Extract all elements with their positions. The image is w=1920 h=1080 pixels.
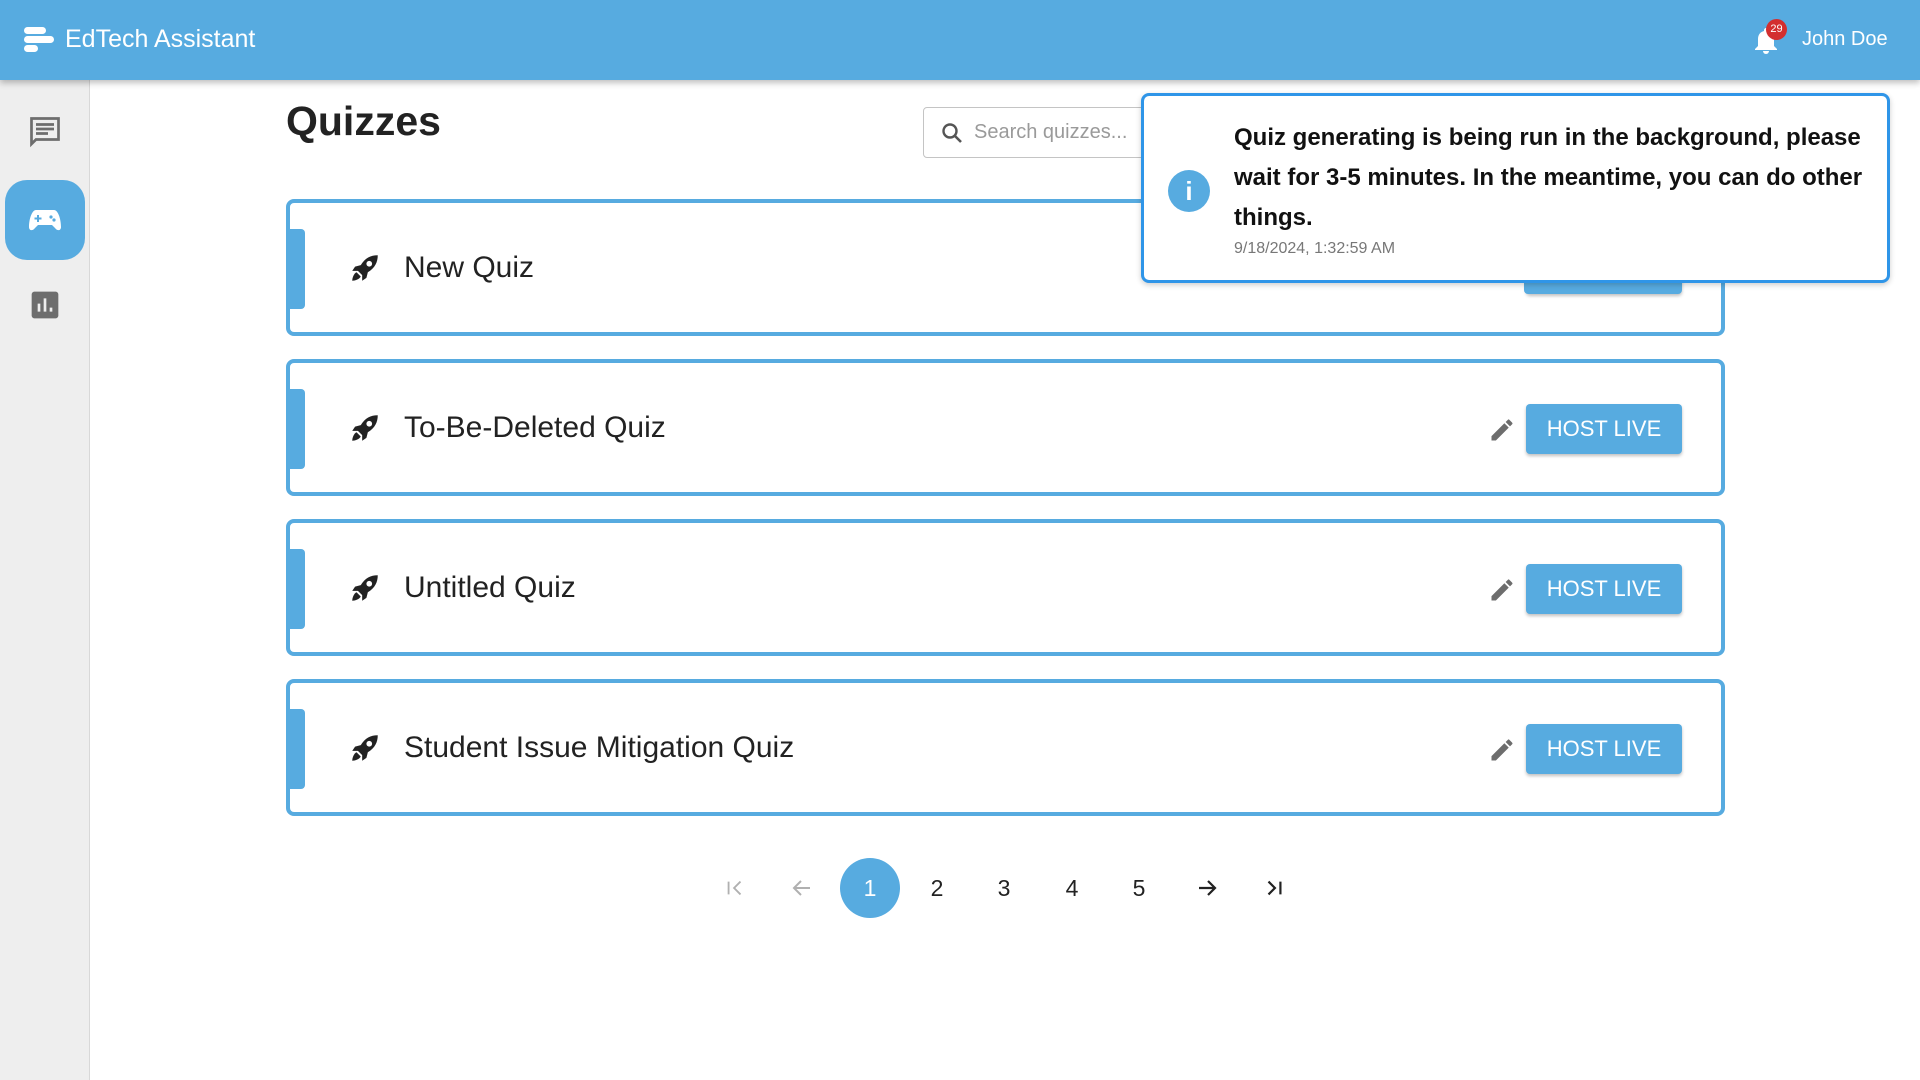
logo-icon — [24, 25, 54, 55]
first-page-button[interactable] — [705, 858, 765, 918]
rocket-icon — [352, 255, 378, 281]
quiz-card[interactable]: Student Issue Mitigation Quiz HOST LIVE — [286, 679, 1725, 816]
sidebar-item-analytics[interactable] — [5, 265, 85, 345]
toast-timestamp: 9/18/2024, 1:32:59 AM — [1234, 240, 1396, 257]
app-header: EdTech Assistant 29 John Doe — [0, 0, 1920, 80]
toast-message: Quiz generating is being run in the back… — [1234, 124, 1863, 231]
quiz-card[interactable]: To-Be-Deleted Quiz HOST LIVE — [286, 359, 1725, 496]
edit-pencil-icon[interactable] — [1488, 736, 1516, 764]
next-page-button[interactable] — [1177, 858, 1237, 918]
page-button[interactable]: 1 — [840, 858, 900, 918]
page-button[interactable]: 2 — [907, 858, 967, 918]
info-icon: i — [1168, 170, 1210, 212]
page-title: Quizzes — [286, 98, 441, 144]
page-button[interactable]: 4 — [1042, 858, 1102, 918]
page-button[interactable]: 3 — [974, 858, 1034, 918]
search-icon — [942, 122, 962, 143]
quiz-name[interactable]: To-Be-Deleted Quiz — [404, 411, 666, 445]
host-live-button[interactable]: HOST LIVE — [1526, 724, 1682, 774]
page-button[interactable]: 5 — [1109, 858, 1169, 918]
sidebar — [0, 80, 90, 1080]
prev-page-button[interactable] — [772, 858, 832, 918]
app-title: EdTech Assistant — [65, 25, 256, 53]
sidebar-item-quizzes[interactable] — [5, 180, 85, 260]
sidebar-item-chat[interactable] — [5, 92, 85, 172]
chat-icon — [30, 117, 60, 148]
gamepad-icon — [29, 210, 61, 231]
quiz-card[interactable]: Untitled Quiz HOST LIVE — [286, 519, 1725, 656]
user-menu[interactable]: John Doe — [1802, 28, 1888, 51]
notification-toast: i Quiz generating is being run in the ba… — [1141, 93, 1890, 283]
host-live-button[interactable]: HOST LIVE — [1526, 564, 1682, 614]
bar-chart-icon — [31, 291, 59, 319]
notification-badge: 29 — [1766, 19, 1787, 40]
edit-pencil-icon[interactable] — [1488, 576, 1516, 604]
quiz-name[interactable]: New Quiz — [404, 251, 534, 285]
rocket-icon — [352, 575, 378, 601]
quiz-name[interactable]: Student Issue Mitigation Quiz — [404, 731, 794, 765]
rocket-icon — [352, 415, 378, 441]
host-live-button[interactable]: HOST LIVE — [1526, 404, 1682, 454]
card-accent — [288, 709, 305, 789]
card-accent — [288, 549, 305, 629]
card-accent — [288, 229, 305, 309]
edit-pencil-icon[interactable] — [1488, 416, 1516, 444]
rocket-icon — [352, 735, 378, 761]
last-page-button[interactable] — [1244, 858, 1304, 918]
quiz-name[interactable]: Untitled Quiz — [404, 571, 576, 605]
card-accent — [288, 389, 305, 469]
